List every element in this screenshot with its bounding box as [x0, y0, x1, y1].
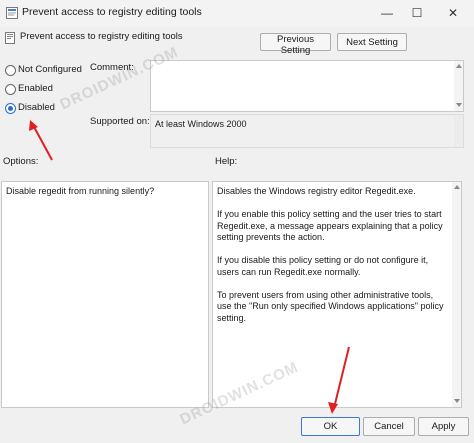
help-scroll-up-icon[interactable] [454, 185, 460, 189]
help-label: Help: [215, 156, 238, 167]
previous-setting-button[interactable]: Previous Setting [260, 33, 331, 56]
radio-enabled-label: Enabled [18, 83, 53, 94]
cancel-button[interactable]: Cancel [363, 417, 415, 436]
window-title: Prevent access to registry editing tools [22, 6, 202, 18]
options-panel: Disable regedit from running silently? [1, 181, 209, 408]
supported-on-label: Supported on: [90, 116, 150, 127]
help-text: Disables the Windows registry editor Reg… [217, 186, 444, 323]
supported-on-value: At least Windows 2000 [155, 119, 247, 129]
minimize-button[interactable]: — [376, 4, 398, 22]
supported-on-box: At least Windows 2000 [150, 114, 464, 148]
radio-disabled-circle[interactable] [5, 103, 16, 114]
scroll-down-icon[interactable] [456, 103, 462, 107]
options-text: Disable regedit from running silently? [6, 186, 155, 196]
comment-textbox[interactable] [150, 60, 464, 112]
radio-enabled-circle[interactable] [5, 84, 16, 95]
radio-not-configured-circle[interactable] [5, 65, 16, 76]
radio-disabled-label: Disabled [18, 102, 55, 113]
help-scrollbar[interactable] [452, 182, 461, 407]
comment-scrollbar[interactable] [454, 61, 463, 111]
annotation-arrow-disabled [29, 120, 53, 161]
maximize-button[interactable]: ☐ [406, 4, 428, 22]
policy-app-icon [6, 7, 18, 19]
policy-setting-icon [5, 32, 15, 44]
close-button[interactable]: ✕ [442, 4, 464, 22]
policy-title: Prevent access to registry editing tools [20, 31, 183, 42]
next-setting-button[interactable]: Next Setting [337, 33, 407, 51]
annotation-arrow-ok [328, 346, 350, 414]
apply-button[interactable]: Apply [418, 417, 469, 436]
scroll-up-icon[interactable] [456, 64, 462, 68]
supported-scrollbar[interactable] [454, 115, 463, 147]
ok-button[interactable]: OK [301, 417, 360, 436]
help-scroll-down-icon[interactable] [454, 399, 460, 403]
radio-not-configured-label: Not Configured [18, 64, 82, 75]
